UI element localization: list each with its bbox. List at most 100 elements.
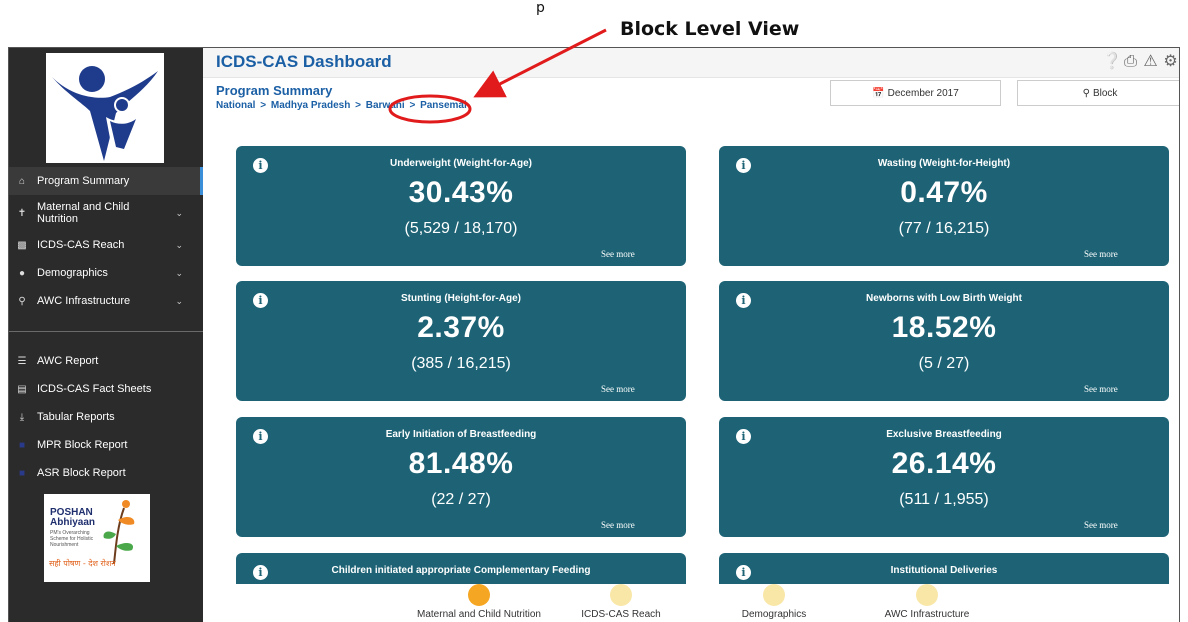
- section-dot-active[interactable]: [468, 584, 490, 606]
- gear-icon[interactable]: ⚙: [1162, 53, 1179, 71]
- home-icon: ⌂: [18, 175, 26, 187]
- screenshot: p Block Level View ⌂ Program Summary ✝ M…: [0, 0, 1188, 622]
- kpi-value: 26.14%: [891, 447, 997, 480]
- kpi-title: Early Initiation of Breastfeeding: [385, 429, 537, 440]
- kpi-value: 0.47%: [900, 176, 988, 209]
- kpi-title: Newborns with Low Birth Weight: [866, 293, 1022, 304]
- poshan-abhiyaan-logo[interactable]: POSHAN Abhiyaan PM's Overarching Scheme …: [44, 494, 150, 582]
- kpi-fraction: (385 / 16,215): [411, 355, 511, 372]
- see-more-link[interactable]: See more: [601, 384, 635, 394]
- help-icon[interactable]: ❔: [1102, 53, 1122, 71]
- person-icon: ✝: [17, 207, 27, 219]
- breadcrumb-separator: >: [355, 100, 361, 111]
- bar-chart-icon: ▩: [17, 239, 27, 251]
- sidebar-item-icds-cas-reach[interactable]: ▩ ICDS-CAS Reach ⌄: [9, 231, 203, 259]
- top-bar: ICDS-CAS Dashboard ❔ ⎙ ⚠ ⚙: [203, 48, 1179, 78]
- breadcrumb-barwani[interactable]: Barwani: [366, 100, 405, 111]
- section-dot[interactable]: [763, 584, 785, 606]
- kpi-fraction: (77 / 16,215): [898, 220, 990, 237]
- sidebar-item-demographics[interactable]: ● Demographics ⌄: [9, 259, 203, 287]
- section-dot[interactable]: [916, 584, 938, 606]
- section-nav-reach[interactable]: ICDS-CAS Reach: [551, 584, 691, 620]
- report-icon: ■: [18, 467, 26, 479]
- section-nav-label: AWC Infrastructure: [884, 609, 970, 620]
- section-nav-maternal[interactable]: Maternal and Child Nutrition: [409, 584, 549, 620]
- section-dot[interactable]: [610, 584, 632, 606]
- icds-logo[interactable]: [46, 53, 164, 163]
- kpi-value: 2.37%: [417, 311, 505, 344]
- kpi-title: Institutional Deliveries: [890, 565, 998, 576]
- section-nav-label: Maternal and Child Nutrition: [417, 609, 541, 620]
- kpi-card-institutional-deliveries: i Institutional Deliveries: [719, 553, 1169, 584]
- sidebar-item-label: AWC Infrastructure: [37, 295, 131, 307]
- sidebar-nav: ⌂ Program Summary ✝ Maternal and Child N…: [9, 167, 203, 487]
- sidebar-item-label: Demographics: [37, 267, 108, 279]
- kpi-card-low-birth-weight: i Newborns with Low Birth Weight 18.52% …: [719, 281, 1169, 401]
- section-nav-label: Demographics: [741, 609, 807, 620]
- sidebar-item-label: ICDS-CAS Reach: [37, 239, 125, 251]
- see-more-link[interactable]: See more: [601, 520, 635, 530]
- chevron-down-icon: ⌄: [175, 267, 183, 278]
- kpi-title: Exclusive Breastfeeding: [886, 429, 1002, 440]
- sidebar-item-fact-sheets[interactable]: ▤ ICDS-CAS Fact Sheets: [9, 375, 203, 403]
- kpi-title: Wasting (Weight-for-Height): [877, 158, 1011, 169]
- breadcrumb-separator: >: [260, 100, 267, 111]
- kpi-card-complementary-feeding: i Children initiated appropriate Complem…: [236, 553, 686, 584]
- sidebar-item-asr-block-report[interactable]: ■ ASR Block Report: [9, 459, 203, 487]
- toolbar-icons: ❔ ⎙ ⚠ ⚙: [1102, 53, 1179, 71]
- section-nav-awc-infrastructure[interactable]: AWC Infrastructure: [857, 584, 997, 620]
- month-filter[interactable]: 📅 December 2017: [830, 80, 1001, 106]
- section-nav: Maternal and Child Nutrition ICDS-CAS Re…: [9, 584, 1179, 622]
- see-more-link[interactable]: See more: [1084, 249, 1118, 259]
- section-nav-demographics[interactable]: Demographics: [704, 584, 844, 620]
- sidebar-item-program-summary[interactable]: ⌂ Program Summary: [9, 167, 203, 195]
- sidebar-item-awc-infrastructure[interactable]: ⚲ AWC Infrastructure ⌄: [9, 287, 203, 315]
- sidebar: ⌂ Program Summary ✝ Maternal and Child N…: [9, 48, 203, 622]
- kpi-fraction: (22 / 27): [431, 491, 491, 508]
- chevron-down-icon: ⌄: [175, 239, 183, 250]
- sidebar-item-mpr-block-report[interactable]: ■ MPR Block Report: [9, 431, 203, 459]
- location-filter[interactable]: ⚲ Block: [1017, 80, 1179, 106]
- sidebar-item-tabular-reports[interactable]: ⤓ Tabular Reports: [9, 403, 203, 431]
- breadcrumb-separator: >: [409, 100, 416, 111]
- month-filter-value: December 2017: [887, 87, 959, 99]
- list-icon: ☰: [17, 355, 27, 367]
- see-more-link[interactable]: See more: [601, 249, 635, 259]
- sidebar-item-label: Maternal and Child Nutrition: [37, 201, 130, 225]
- chevron-down-icon: ⌄: [175, 207, 183, 218]
- kpi-card-early-breastfeeding: i Early Initiation of Breastfeeding 81.4…: [236, 417, 686, 537]
- breadcrumb-national[interactable]: National: [216, 100, 255, 111]
- see-more-link[interactable]: See more: [1084, 520, 1118, 530]
- poshan-title-2: Abhiyaan: [50, 517, 96, 528]
- kpi-value: 18.52%: [891, 311, 997, 344]
- see-more-link[interactable]: See more: [1084, 384, 1118, 394]
- map-marker-icon: ⚲: [18, 295, 26, 307]
- document-icon: ▤: [17, 383, 27, 395]
- sidebar-item-maternal-child-nutrition[interactable]: ✝ Maternal and Child Nutrition ⌄: [9, 195, 203, 231]
- breadcrumb-pansemal[interactable]: Pansemal: [420, 100, 467, 111]
- app-title: ICDS-CAS Dashboard: [216, 52, 392, 71]
- kpi-card-stunting: i Stunting (Height-for-Age) 2.37% (385 /…: [236, 281, 686, 401]
- page-title: Program Summary: [216, 83, 333, 98]
- calendar-icon: 📅: [872, 87, 885, 99]
- kpi-title: Underweight (Weight-for-Age): [389, 158, 533, 169]
- annotation-label: Block Level View: [620, 18, 800, 40]
- kpi-fraction: (5,529 / 18,170): [404, 220, 518, 237]
- sidebar-item-label: Tabular Reports: [37, 411, 115, 423]
- kpi-card-exclusive-breastfeeding: i Exclusive Breastfeeding 26.14% (511 / …: [719, 417, 1169, 537]
- print-icon[interactable]: ⎙: [1122, 53, 1139, 71]
- sidebar-item-label: AWC Report: [37, 355, 99, 367]
- poshan-tagline: सही पोषण - देश रोशन: [49, 559, 116, 568]
- warning-icon[interactable]: ⚠: [1142, 53, 1159, 71]
- report-icon: ■: [18, 439, 26, 451]
- annotation-fragment: p: [536, 0, 545, 16]
- sidebar-divider: [9, 331, 203, 332]
- kpi-card-underweight: i Underweight (Weight-for-Age) 30.43% (5…: [236, 146, 686, 266]
- chevron-down-icon: ⌄: [175, 295, 183, 306]
- breadcrumb-madhya-pradesh[interactable]: Madhya Pradesh: [271, 100, 350, 111]
- sidebar-item-label: ICDS-CAS Fact Sheets: [37, 383, 152, 395]
- breadcrumb: National > Madhya Pradesh > Barwani > Pa…: [216, 100, 467, 111]
- sidebar-item-awc-report[interactable]: ☰ AWC Report: [9, 347, 203, 375]
- location-filter-value: Block: [1092, 87, 1118, 99]
- kpi-title: Children initiated appropriate Complemen…: [331, 565, 591, 576]
